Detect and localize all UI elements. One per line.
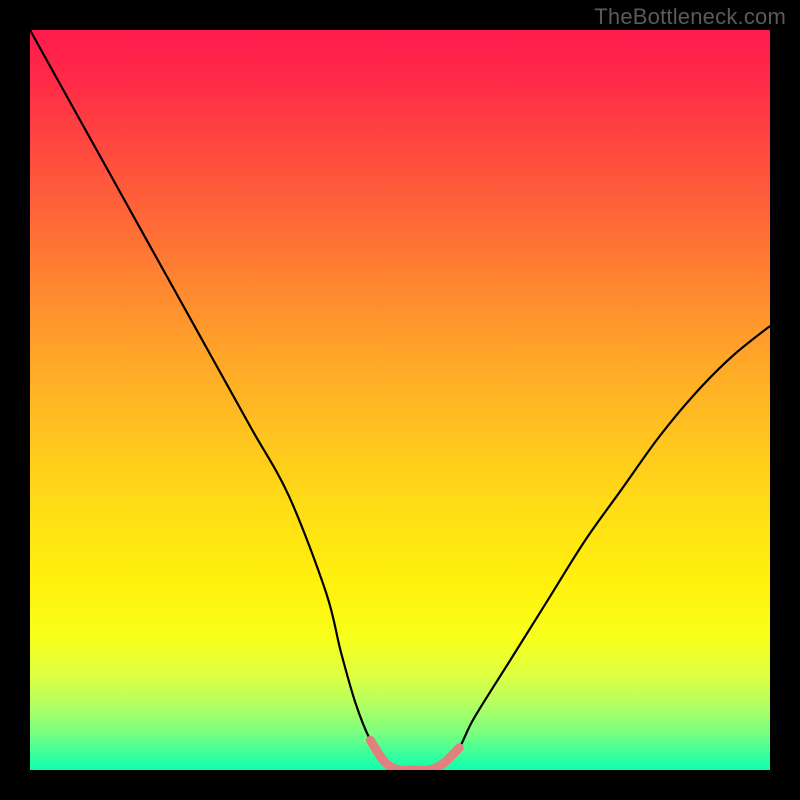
bottleneck-curve (30, 30, 770, 770)
highlight-path (370, 740, 459, 770)
curve-path (30, 30, 770, 770)
watermark-text: TheBottleneck.com (594, 4, 786, 30)
plot-area (30, 30, 770, 770)
